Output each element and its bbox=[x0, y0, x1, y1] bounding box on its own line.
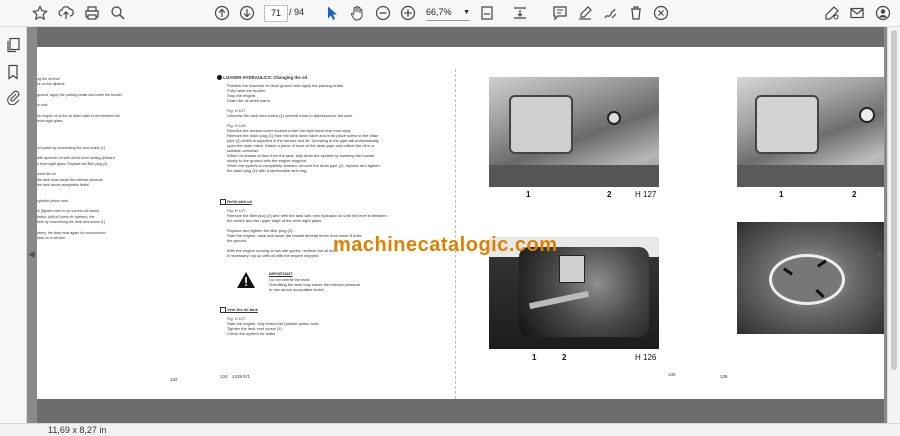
page-top-band bbox=[37, 27, 884, 47]
next-page-arrow-icon[interactable]: ▶ bbox=[877, 249, 884, 260]
figure-label: 2 bbox=[607, 190, 612, 199]
section-heading: LOADER HYDRAULICS: Changing the oil bbox=[217, 75, 307, 81]
figure-right-top-photo bbox=[737, 77, 884, 187]
warning-title: IMPORTANT bbox=[269, 271, 293, 276]
page-bottom-band bbox=[37, 399, 884, 423]
page-number: 135 bbox=[668, 372, 676, 377]
text-line: to rise above acceptable limits! bbox=[269, 287, 324, 292]
text-line: Check the system for leaks. bbox=[227, 331, 277, 336]
figure-label: 1 bbox=[532, 353, 537, 362]
refill-heading-text: Refill with oil bbox=[227, 199, 252, 205]
account-icon[interactable] bbox=[873, 3, 893, 23]
scrollbar-thumb[interactable] bbox=[891, 30, 897, 370]
left-margin-text: ng the oil level ks on the dipstick groun… bbox=[37, 77, 122, 241]
vent-heading-text: Vent the oil tank bbox=[227, 307, 258, 313]
print-icon[interactable] bbox=[82, 3, 102, 23]
checkbox-icon bbox=[220, 307, 226, 313]
page-separator: / bbox=[289, 7, 292, 17]
chevron-down-icon: ▼ bbox=[463, 9, 470, 16]
page-total-value: 94 bbox=[294, 7, 305, 17]
page-number: 134 bbox=[220, 374, 228, 379]
status-bar: 11,69 x 8,27 in bbox=[0, 423, 900, 436]
comment-icon[interactable] bbox=[550, 3, 570, 23]
bullet-icon bbox=[217, 75, 222, 81]
refill-heading: Refill with oil bbox=[220, 199, 252, 205]
zoom-level-value: 66,7% bbox=[426, 7, 452, 17]
checkbox-icon bbox=[220, 199, 226, 205]
body-text: Position the machine on level ground and… bbox=[227, 83, 380, 173]
vent-heading: Vent the oil tank bbox=[220, 307, 258, 313]
draw-icon[interactable] bbox=[600, 3, 620, 23]
sign-icon[interactable] bbox=[822, 3, 842, 23]
rotate-icon[interactable] bbox=[651, 3, 671, 23]
fit-page-icon[interactable] bbox=[477, 3, 497, 23]
document-page: ng the oil level ks on the dipstick groun… bbox=[37, 47, 884, 399]
figure-label: 2 bbox=[852, 190, 857, 199]
figure-caption: H 127 bbox=[635, 190, 657, 199]
watermark-text: machinecatalogic.com bbox=[333, 234, 558, 256]
highlight-icon[interactable] bbox=[575, 3, 595, 23]
bookmark-icon[interactable] bbox=[3, 62, 23, 82]
delete-icon[interactable] bbox=[626, 3, 646, 23]
text-line: with sprinkler oil with all the level se… bbox=[37, 156, 115, 161]
document-code: 1439 E/1 bbox=[232, 374, 251, 379]
hand-icon[interactable] bbox=[347, 3, 367, 23]
figure-label: 1 bbox=[526, 190, 531, 199]
prev-page-arrow-icon[interactable]: ◀ bbox=[28, 249, 35, 260]
vent-text: Fig. H 127 Start the engine, fully extend… bbox=[227, 316, 320, 336]
vertical-scrollbar[interactable] bbox=[887, 27, 900, 423]
figure-label: 2 bbox=[562, 353, 567, 362]
page-total: / 94 bbox=[289, 5, 304, 20]
document-viewer[interactable]: ng the oil level ks on the dipstick groun… bbox=[27, 27, 887, 423]
zoom-search-icon[interactable] bbox=[108, 3, 128, 23]
page-number: 136 bbox=[720, 374, 728, 379]
scroll-mode-icon[interactable] bbox=[510, 3, 530, 23]
heading-text: LOADER HYDRAULICS: Changing the oil bbox=[223, 75, 307, 80]
page-up-icon[interactable] bbox=[212, 3, 232, 23]
figure-caption: H 126 bbox=[635, 353, 657, 362]
figure-h127-photo bbox=[489, 77, 659, 187]
text-line: ground, apply the parking brake and lowe… bbox=[37, 92, 122, 97]
page-number-input[interactable]: 71 bbox=[264, 5, 288, 22]
warning-text: Do not overfill the tank! Overfilling the… bbox=[269, 277, 360, 292]
select-cursor-icon[interactable] bbox=[322, 3, 342, 23]
text-line: tank on in service. bbox=[37, 235, 66, 240]
left-sidebar bbox=[0, 27, 27, 423]
figure-label: 1 bbox=[779, 190, 784, 199]
page-down-icon[interactable] bbox=[237, 3, 257, 23]
pages-icon[interactable] bbox=[3, 35, 23, 55]
page-number: 132 bbox=[170, 377, 178, 382]
text-line: the drain plug (1) with a serviceable se… bbox=[227, 168, 308, 173]
zoom-in-icon[interactable] bbox=[398, 3, 418, 23]
star-icon[interactable] bbox=[30, 3, 50, 23]
top-toolbar: 71 / 94 66,7% ▼ bbox=[0, 0, 900, 27]
mail-icon[interactable] bbox=[847, 3, 867, 23]
warning-triangle-icon bbox=[236, 271, 256, 294]
attachment-icon[interactable] bbox=[3, 87, 23, 107]
figure-right-bottom-photo bbox=[737, 222, 884, 334]
upload-icon[interactable] bbox=[56, 3, 76, 23]
zoom-out-icon[interactable] bbox=[373, 3, 393, 23]
zoom-level-select[interactable]: 66,7% ▼ bbox=[426, 5, 470, 21]
page-size-readout: 11,69 x 8,27 in bbox=[48, 425, 107, 435]
